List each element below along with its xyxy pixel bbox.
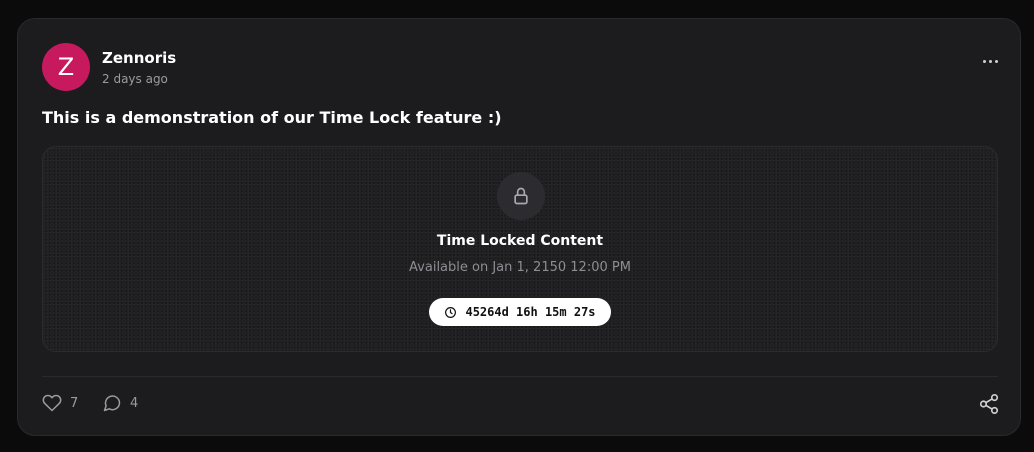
like-count: 7 (70, 395, 79, 411)
post-timestamp: 2 days ago (102, 72, 168, 86)
post-text: This is a demonstration of our Time Lock… (42, 108, 502, 127)
comment-count: 4 (130, 395, 139, 411)
avatar[interactable]: Z (42, 43, 90, 91)
lock-icon (514, 187, 528, 205)
ellipsis-icon (982, 59, 986, 63)
comment-button[interactable]: 4 (102, 393, 138, 413)
countdown-timer: 45264d 16h 15m 27s (465, 305, 596, 319)
post-card: Z Zennoris 2 days ago This is a demonstr… (17, 18, 1021, 436)
speech-bubble-icon (103, 395, 121, 412)
more-options-button[interactable] (978, 53, 1002, 69)
heart-icon (42, 394, 62, 412)
like-button[interactable]: 7 (42, 393, 78, 413)
divider (42, 376, 998, 377)
time-locked-content: Time Locked Content Available on Jan 1, … (42, 146, 998, 352)
clock-icon (445, 306, 457, 318)
author-name[interactable]: Zennoris (102, 49, 176, 67)
time-lock-title: Time Locked Content (436, 233, 604, 249)
countdown-pill: 45264d 16h 15m 27s (429, 298, 611, 326)
share-icon[interactable] (978, 393, 1000, 415)
availability-date: Available on Jan 1, 2150 12:00 PM (409, 260, 631, 275)
lock-badge (497, 172, 545, 220)
